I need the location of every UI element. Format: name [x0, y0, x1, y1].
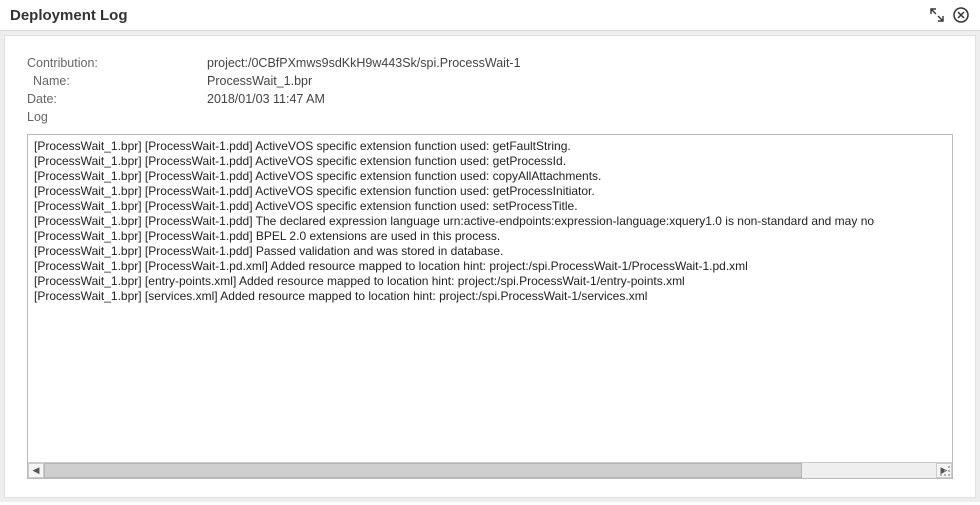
log-line: [ProcessWait_1.bpr] [ProcessWait-1.pdd] …	[34, 139, 946, 154]
log-line: [ProcessWait_1.bpr] [services.xml] Added…	[34, 289, 946, 304]
meta-row-log: Log	[27, 108, 953, 126]
dialog-controls	[928, 6, 970, 24]
scroll-track[interactable]	[44, 463, 936, 478]
meta-row-name: Name: ProcessWait_1.bpr	[27, 72, 953, 90]
dialog-title: Deployment Log	[10, 7, 128, 24]
meta-row-date: Date: 2018/01/03 11:47 AM	[27, 90, 953, 108]
name-label: Name:	[27, 72, 207, 90]
scroll-thumb[interactable]	[44, 463, 802, 478]
name-value: ProcessWait_1.bpr	[207, 72, 312, 90]
dialog-header: Deployment Log	[0, 0, 980, 31]
close-icon[interactable]	[952, 6, 970, 24]
log-line: [ProcessWait_1.bpr] [ProcessWait-1.pdd] …	[34, 244, 946, 259]
horizontal-scrollbar[interactable]: ◀ ▶	[28, 462, 952, 478]
log-line: [ProcessWait_1.bpr] [ProcessWait-1.pdd] …	[34, 184, 946, 199]
log-content[interactable]: [ProcessWait_1.bpr] [ProcessWait-1.pdd] …	[28, 135, 952, 462]
dialog-body-wrap: Contribution: project:/0CBfPXmws9sdKkH9w…	[0, 31, 980, 502]
log-line: [ProcessWait_1.bpr] [ProcessWait-1.pdd] …	[34, 229, 946, 244]
expand-icon[interactable]	[928, 6, 946, 24]
log-line: [ProcessWait_1.bpr] [ProcessWait-1.pdd] …	[34, 214, 946, 229]
date-value: 2018/01/03 11:47 AM	[207, 90, 325, 108]
meta-table: Contribution: project:/0CBfPXmws9sdKkH9w…	[27, 54, 953, 126]
scroll-left-arrow-icon[interactable]: ◀	[28, 463, 44, 478]
log-box: [ProcessWait_1.bpr] [ProcessWait-1.pdd] …	[27, 134, 953, 479]
log-line: [ProcessWait_1.bpr] [entry-points.xml] A…	[34, 274, 946, 289]
contribution-value: project:/0CBfPXmws9sdKkH9w443Sk/spi.Proc…	[207, 54, 521, 72]
contribution-label: Contribution:	[27, 54, 207, 72]
log-line: [ProcessWait_1.bpr] [ProcessWait-1.pdd] …	[34, 169, 946, 184]
log-line: [ProcessWait_1.bpr] [ProcessWait-1.pd.xm…	[34, 259, 946, 274]
dialog-body: Contribution: project:/0CBfPXmws9sdKkH9w…	[4, 35, 976, 498]
date-label: Date:	[27, 90, 207, 108]
log-line: [ProcessWait_1.bpr] [ProcessWait-1.pdd] …	[34, 154, 946, 169]
resize-grip-icon[interactable]	[939, 465, 951, 477]
meta-row-contribution: Contribution: project:/0CBfPXmws9sdKkH9w…	[27, 54, 953, 72]
log-line: [ProcessWait_1.bpr] [ProcessWait-1.pdd] …	[34, 199, 946, 214]
log-label: Log	[27, 108, 207, 126]
